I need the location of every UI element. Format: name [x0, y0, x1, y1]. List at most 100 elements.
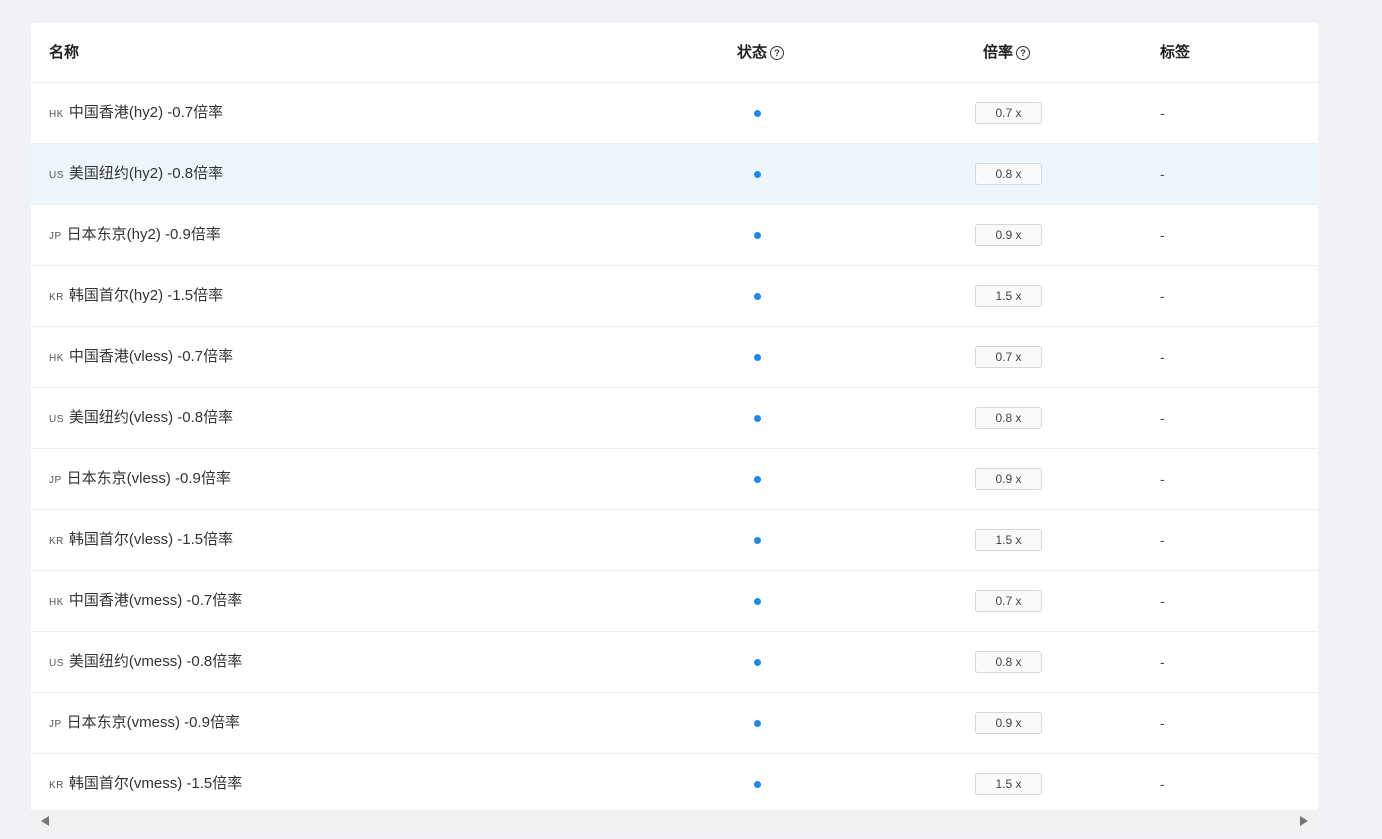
status-dot-icon: [754, 415, 761, 422]
status-dot-icon: [754, 537, 761, 544]
table-body: HK 中国香港(hy2) -0.7倍率 0.7 x - US 美国纽约(hy2) -…: [31, 83, 1318, 815]
rate-badge: 0.7 x: [975, 346, 1042, 368]
rate-badge: 0.7 x: [975, 590, 1042, 612]
triangle-left-icon[interactable]: [41, 816, 49, 826]
server-name-cell: KR 韩国首尔(hy2) -1.5倍率: [49, 266, 223, 326]
rate-badge: 0.9 x: [975, 468, 1042, 490]
server-name-cell: JP 日本东京(vmess) -0.9倍率: [49, 693, 240, 753]
server-name-cell: US 美国纽约(vless) -0.8倍率: [49, 388, 233, 448]
header-name: 名称: [49, 23, 79, 83]
status-help-icon[interactable]: ?: [770, 46, 785, 60]
tags-cell: -: [1160, 593, 1165, 609]
server-name-cell: KR 韩国首尔(vmess) -1.5倍率: [49, 754, 242, 814]
server-name-cell: JP 日本东京(vless) -0.9倍率: [49, 449, 231, 509]
region-code: JP: [49, 231, 62, 242]
tags-cell: -: [1160, 471, 1165, 487]
rate-badge: 0.9 x: [975, 224, 1042, 246]
status-dot-icon: [754, 476, 761, 483]
server-name: 中国香港(hy2) -0.7倍率: [68, 104, 224, 121]
table-row[interactable]: US 美国纽约(hy2) -0.8倍率 0.8 x -: [31, 144, 1318, 205]
server-name: 韩国首尔(hy2) -1.5倍率: [68, 287, 224, 304]
region-code: US: [49, 170, 64, 181]
server-table: 名称 状态? 倍率? 标签 HK 中国香港(hy2) -0.7倍率 0.7 x -…: [31, 23, 1318, 815]
region-code: HK: [49, 109, 64, 120]
rate-badge: 0.9 x: [975, 712, 1042, 734]
horizontal-scrollbar[interactable]: [31, 810, 1318, 830]
table-row[interactable]: KR 韩国首尔(vless) -1.5倍率 1.5 x -: [31, 510, 1318, 571]
server-name: 日本东京(vmess) -0.9倍率: [66, 714, 241, 731]
status-dot-icon: [754, 110, 761, 117]
region-code: US: [49, 658, 64, 669]
status-dot-icon: [754, 781, 761, 788]
rate-help-icon[interactable]: ?: [1016, 46, 1031, 60]
status-dot-icon: [754, 171, 761, 178]
table-row[interactable]: KR 韩国首尔(hy2) -1.5倍率 1.5 x -: [31, 266, 1318, 327]
server-name-cell: HK 中国香港(vmess) -0.7倍率: [49, 571, 242, 631]
table-row[interactable]: HK 中国香港(vmess) -0.7倍率 0.7 x -: [31, 571, 1318, 632]
table-row[interactable]: JP 日本东京(vmess) -0.9倍率 0.9 x -: [31, 693, 1318, 754]
table-row[interactable]: HK 中国香港(hy2) -0.7倍率 0.7 x -: [31, 83, 1318, 144]
region-code: KR: [49, 292, 64, 303]
tags-cell: -: [1160, 654, 1165, 670]
tags-cell: -: [1160, 227, 1165, 243]
server-name: 美国纽约(vmess) -0.8倍率: [68, 653, 243, 670]
status-dot-icon: [754, 354, 761, 361]
table-row[interactable]: US 美国纽约(vless) -0.8倍率 0.8 x -: [31, 388, 1318, 449]
server-name: 中国香港(vmess) -0.7倍率: [68, 592, 243, 609]
region-code: JP: [49, 719, 62, 730]
server-name-cell: HK 中国香港(vless) -0.7倍率: [49, 327, 233, 387]
header-rate: 倍率?: [983, 23, 1031, 83]
table-row[interactable]: HK 中国香港(vless) -0.7倍率 0.7 x -: [31, 327, 1318, 388]
server-list-card: 名称 状态? 倍率? 标签 HK 中国香港(hy2) -0.7倍率 0.7 x -…: [31, 23, 1318, 830]
server-name-cell: US 美国纽约(hy2) -0.8倍率: [49, 144, 223, 204]
rate-badge: 0.8 x: [975, 163, 1042, 185]
rate-badge: 0.8 x: [975, 651, 1042, 673]
region-code: US: [49, 414, 64, 425]
status-dot-icon: [754, 598, 761, 605]
server-name: 中国香港(vless) -0.7倍率: [68, 348, 234, 365]
region-code: KR: [49, 780, 64, 791]
table-header: 名称 状态? 倍率? 标签: [31, 23, 1318, 83]
tags-cell: -: [1160, 166, 1165, 182]
server-name-cell: JP 日本东京(hy2) -0.9倍率: [49, 205, 221, 265]
server-name: 美国纽约(hy2) -0.8倍率: [68, 165, 224, 182]
rate-badge: 1.5 x: [975, 529, 1042, 551]
region-code: HK: [49, 597, 64, 608]
server-name-cell: KR 韩国首尔(vless) -1.5倍率: [49, 510, 233, 570]
status-dot-icon: [754, 720, 761, 727]
server-name-cell: US 美国纽约(vmess) -0.8倍率: [49, 632, 242, 692]
tags-cell: -: [1160, 410, 1165, 426]
tags-cell: -: [1160, 288, 1165, 304]
server-name: 美国纽约(vless) -0.8倍率: [68, 409, 234, 426]
region-code: HK: [49, 353, 64, 364]
server-name: 韩国首尔(vless) -1.5倍率: [68, 531, 234, 548]
table-row[interactable]: JP 日本东京(hy2) -0.9倍率 0.9 x -: [31, 205, 1318, 266]
region-code: JP: [49, 475, 62, 486]
server-name-cell: HK 中国香港(hy2) -0.7倍率: [49, 83, 223, 143]
status-dot-icon: [754, 293, 761, 300]
status-dot-icon: [754, 659, 761, 666]
header-rate-label: 倍率: [983, 44, 1014, 61]
header-name-label: 名称: [49, 44, 80, 61]
table-row[interactable]: US 美国纽约(vmess) -0.8倍率 0.8 x -: [31, 632, 1318, 693]
rate-badge: 0.8 x: [975, 407, 1042, 429]
table-row[interactable]: KR 韩国首尔(vmess) -1.5倍率 1.5 x -: [31, 754, 1318, 815]
server-name: 日本东京(vless) -0.9倍率: [66, 470, 231, 487]
tags-cell: -: [1160, 532, 1165, 548]
header-status: 状态?: [737, 23, 785, 83]
rate-badge: 1.5 x: [975, 285, 1042, 307]
region-code: KR: [49, 536, 64, 547]
server-name: 韩国首尔(vmess) -1.5倍率: [68, 775, 243, 792]
table-row[interactable]: JP 日本东京(vless) -0.9倍率 0.9 x -: [31, 449, 1318, 510]
server-name: 日本东京(hy2) -0.9倍率: [66, 226, 221, 243]
tags-cell: -: [1160, 349, 1165, 365]
header-status-label: 状态: [737, 44, 768, 61]
tags-cell: -: [1160, 105, 1165, 121]
status-dot-icon: [754, 232, 761, 239]
triangle-right-icon[interactable]: [1300, 816, 1308, 826]
rate-badge: 0.7 x: [975, 102, 1042, 124]
header-tags-label: 标签: [1160, 44, 1191, 61]
rate-badge: 1.5 x: [975, 773, 1042, 795]
tags-cell: -: [1160, 715, 1165, 731]
header-tags: 标签: [1160, 23, 1190, 83]
